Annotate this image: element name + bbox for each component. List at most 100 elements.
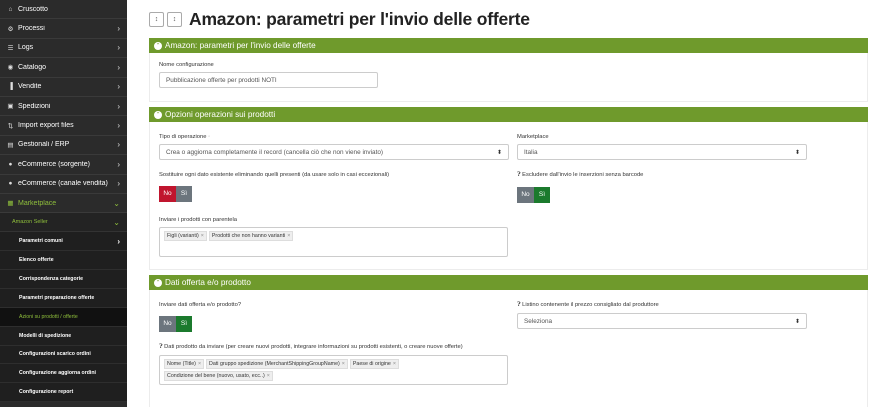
chevron-icon: ›	[117, 140, 120, 150]
chevron-icon: ›	[117, 121, 120, 131]
chevron-icon: ›	[117, 159, 120, 169]
panel-operations-header[interactable]: ⌃ Opzioni operazioni sui prodotti	[149, 107, 868, 122]
marketplace-select[interactable]: Italia ⬍	[517, 144, 807, 160]
operation-type-select[interactable]: Crea o aggiorna completamente il record …	[159, 144, 509, 160]
sidebar-item-marketplace[interactable]: ▦ Marketplace ⌄	[0, 194, 127, 214]
chevron-down-icon: ⌄	[113, 217, 120, 227]
chevron-icon: ›	[117, 101, 120, 111]
remove-tag-icon[interactable]: ×	[393, 361, 396, 367]
sidebar-item-label: Catalogo	[18, 63, 47, 71]
sidebar-link-label: Configurazioni scarico ordini	[19, 351, 91, 358]
parent-products-label: Inviare i prodotti con parentela	[159, 216, 237, 223]
truck-icon: ▣	[7, 103, 14, 111]
panel-general-body: Nome configurazione Pubblicazione offert…	[149, 53, 868, 102]
sidebar-item-label: Cruscotto	[18, 5, 48, 13]
replace-si-button[interactable]: Sì	[176, 185, 192, 202]
cart-icon: ●	[8, 180, 13, 188]
expand-collapse-icon: ↕	[172, 15, 177, 23]
sidebar-item-ecommerce-sorgente[interactable]: ● eCommerce (sorgente) ›	[0, 155, 127, 175]
name-input-value: Pubblicazione offerte per prodotti NOTI	[166, 76, 277, 84]
chevron-right-icon: ›	[117, 236, 120, 246]
price-list-group: ❓︎ Listino contenente il prezzo consigli…	[517, 302, 807, 332]
marketplace-value: Italia	[524, 148, 538, 156]
panel-offer-data-title: Dati offerta e/o prodotto	[165, 278, 251, 287]
exclude-si-button[interactable]: Sì	[534, 186, 550, 203]
panel-operations: ⌃ Opzioni operazioni sui prodotti Tipo d…	[149, 107, 868, 270]
sidebar-subitem-amazon-seller[interactable]: Amazon Seller ⌄	[0, 213, 127, 233]
sidebar-link-modelli-di-spedizione[interactable]: Modelli di spedizione	[0, 326, 127, 346]
sidebar-item-spedizioni[interactable]: ▣ Spedizioni ›	[0, 97, 127, 117]
main-content: ↕ ↕ Amazon: parametri per l'invio delle …	[127, 0, 890, 407]
collapse-button[interactable]: ↕	[149, 11, 164, 27]
sidebar-link-label: Configurazione aggiorna ordini	[19, 370, 96, 377]
sidebar-item-label: eCommerce (canale vendita)	[18, 180, 108, 188]
replace-data-group: Sostituire ogni dato esistente eliminand…	[159, 172, 509, 203]
price-list-select[interactable]: Seleziona ⬍	[517, 313, 807, 329]
price-list-label: ❓︎ Listino contenente il prezzo consigli…	[517, 302, 659, 308]
select-caret-icon: ⬍	[794, 149, 800, 156]
sidebar-link-elenco-offerte[interactable]: Elenco offerte	[0, 251, 127, 270]
name-input[interactable]: Pubblicazione offerte per prodotti NOTI	[159, 72, 378, 88]
remove-tag-icon[interactable]: ×	[201, 233, 204, 239]
replace-no-button[interactable]: No	[159, 185, 176, 202]
panel-offer-data-header[interactable]: ⌃ Dati offerta e/o prodotto	[149, 275, 868, 290]
product-data-multiselect[interactable]: Nome (Title) × Dati gruppo spedizione (Me…	[159, 354, 508, 385]
sidebar-link-parametri-preparazione-offerte[interactable]: Parametri preparazione offerte	[0, 288, 127, 308]
chart-icon: ▐	[8, 83, 13, 91]
product-data-group: ❓︎ Dati prodotto da inviare (per creare …	[159, 344, 508, 385]
remove-tag-icon[interactable]: ×	[287, 233, 290, 239]
sidebar-item-import-export-files[interactable]: ⇅ Import export files ›	[0, 116, 127, 136]
sidebar-link-configurazione-aggiorna-ordini[interactable]: Configurazione aggiorna ordini	[0, 364, 127, 384]
sidebar: ⌂ Cruscotto ⚙ Processi › ☰ Logs › ◉ Catalogo › ▐ Ven…	[0, 0, 127, 407]
operation-type-value: Crea o aggiorna completamente il record …	[166, 148, 384, 156]
store-icon: ▦	[7, 200, 14, 208]
cart-icon: ●	[8, 160, 13, 168]
sidebar-item-label: Marketplace	[18, 199, 57, 207]
sidebar-link-parametri-comuni[interactable]: Parametri comuni ›	[0, 232, 127, 252]
select-caret-icon: ⬍	[496, 149, 502, 156]
exclude-barcode-toggle: No Sì	[517, 186, 550, 203]
panel-operations-title: Opzioni operazioni sui prodotti	[165, 110, 276, 119]
remove-tag-icon[interactable]: ×	[342, 361, 345, 367]
sidebar-link-azioni-su-prodotti-offerte[interactable]: Azioni su prodotti / offerte	[0, 307, 127, 327]
product-data-label: ❓︎ Dati prodotto da inviare (per creare …	[159, 343, 463, 350]
sidebar-link-label: Parametri preparazione offerte	[19, 294, 95, 301]
sidebar-item-gestionali-erp[interactable]: ▤ Gestionali / ERP ›	[0, 136, 127, 156]
parent-products-group: Inviare i prodotti con parentela Figli (…	[159, 217, 508, 257]
chevron-up-circle-icon: ⌃	[154, 278, 162, 287]
expand-button[interactable]: ↕	[167, 11, 182, 27]
sidebar-item-cruscotto[interactable]: ⌂ Cruscotto	[0, 0, 127, 20]
sidebar-link-label: Configurazione report	[19, 389, 74, 396]
sidebar-link-label: Azioni su prodotti / offerte	[19, 313, 78, 320]
select-caret-icon: ⬍	[794, 318, 800, 325]
parent-products-multiselect[interactable]: Figli (varianti) × Prodotti che non hanno…	[159, 226, 508, 257]
panel-general: ⌃ Amazon: parametri per l'invio delle of…	[149, 38, 868, 102]
sidebar-item-vendite[interactable]: ▐ Vendite ›	[0, 78, 127, 97]
question-circle-icon: ❓︎	[517, 172, 521, 178]
remove-tag-icon[interactable]: ×	[267, 373, 270, 379]
tag-chip: Figli (varianti) ×	[164, 230, 207, 241]
tag-chip: Paese di origine ×	[349, 358, 399, 369]
exclude-no-button[interactable]: No	[517, 186, 534, 203]
chevron-icon: ›	[117, 62, 120, 72]
tag-chip: Prodotti che non hanno varianti ×	[208, 230, 294, 241]
sidebar-item-processi[interactable]: ⚙ Processi ›	[0, 19, 127, 39]
question-circle-icon: ❓︎	[159, 343, 163, 350]
tag-chip: Condizione del bene (nuovo, usato, ecc..…	[164, 370, 273, 381]
home-icon: ⌂	[8, 5, 13, 13]
exclude-barcode-group: ❓︎ Escludere dall'invio le inserzioni se…	[517, 172, 807, 203]
sidebar-item-label: Vendite	[18, 83, 42, 91]
sidebar-link-configurazione-report[interactable]: Configurazione report	[0, 383, 127, 403]
sidebar-item-logs[interactable]: ☰ Logs ›	[0, 39, 127, 59]
page-title: Amazon: parametri per l'invio delle offe…	[189, 8, 530, 29]
sidebar-link-configurazioni-scarico-ordini[interactable]: Configurazioni scarico ordini	[0, 345, 127, 365]
sidebar-item-label: Spedizioni	[18, 102, 51, 110]
sidebar-link-corrispondenza-categorie[interactable]: Corrispondenza categorie	[0, 269, 127, 289]
remove-tag-icon[interactable]: ×	[198, 361, 201, 367]
sidebar-item-ecommerce-canale-vendita[interactable]: ● eCommerce (canale vendita) ›	[0, 175, 127, 194]
erp-icon: ▤	[7, 141, 14, 149]
sidebar-item-catalogo[interactable]: ◉ Catalogo ›	[0, 58, 127, 78]
send-no-button[interactable]: No	[159, 315, 176, 332]
panel-general-header[interactable]: ⌃ Amazon: parametri per l'invio delle of…	[149, 38, 868, 53]
send-si-button[interactable]: Sì	[176, 315, 192, 332]
